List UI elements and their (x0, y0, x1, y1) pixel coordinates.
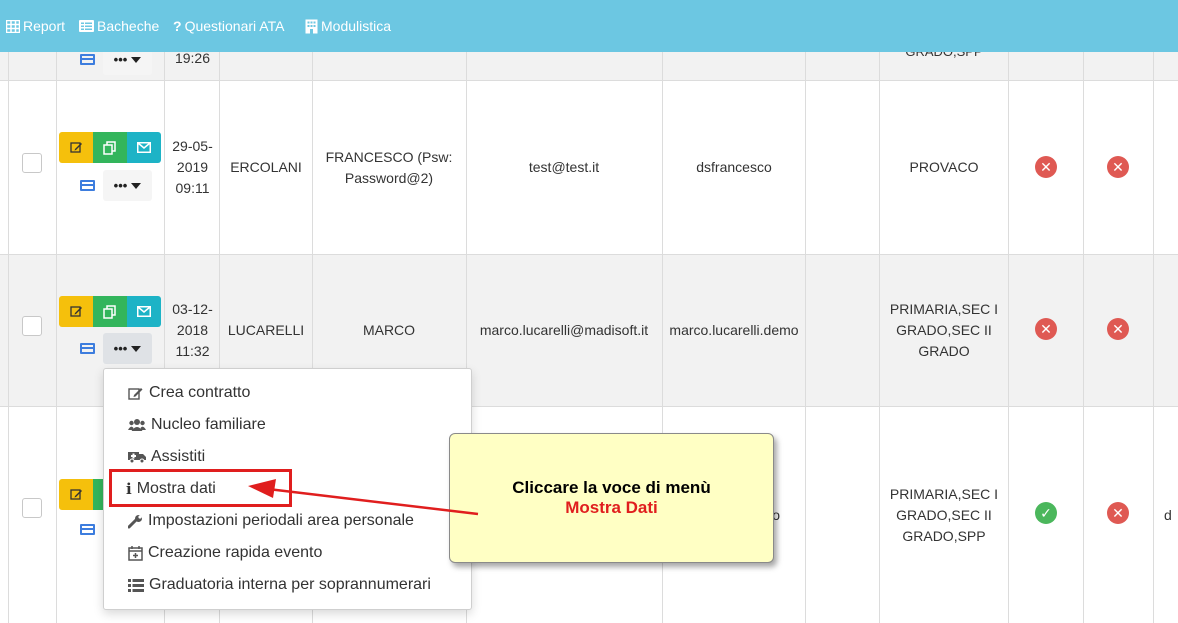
arrow-line (267, 487, 479, 516)
pointer-arrow (248, 479, 479, 516)
arrowhead-icon (248, 479, 276, 498)
